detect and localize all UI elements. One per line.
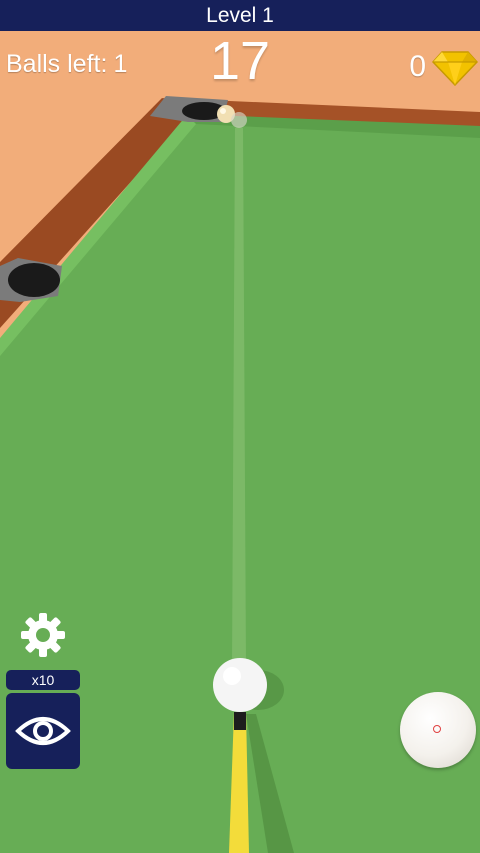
cue-tip: [234, 712, 246, 730]
vision-button[interactable]: [6, 693, 80, 769]
spin-point-marker[interactable]: [433, 725, 441, 733]
side-pocket: [8, 263, 60, 297]
shot-counter: 17: [209, 31, 271, 91]
gear-icon[interactable]: [20, 612, 66, 658]
cue-ball-highlight: [223, 667, 241, 685]
level-label: Level 1: [206, 3, 274, 27]
balls-left-counter: Balls left: 1: [6, 50, 127, 79]
eye-icon: [15, 717, 71, 745]
cue-ball[interactable]: [213, 658, 267, 712]
ghost-ball: [231, 112, 247, 128]
balls-left-value: 1: [113, 50, 128, 78]
level-bar: Level 1: [0, 0, 480, 31]
gem-count: 0: [409, 50, 426, 83]
diamond-gem-icon: [432, 51, 478, 86]
balls-left-label: Balls left:: [6, 50, 108, 78]
vision-multiplier-badge: x10: [6, 670, 80, 690]
target-ball-highlight: [220, 108, 226, 114]
spin-control[interactable]: [400, 692, 476, 768]
